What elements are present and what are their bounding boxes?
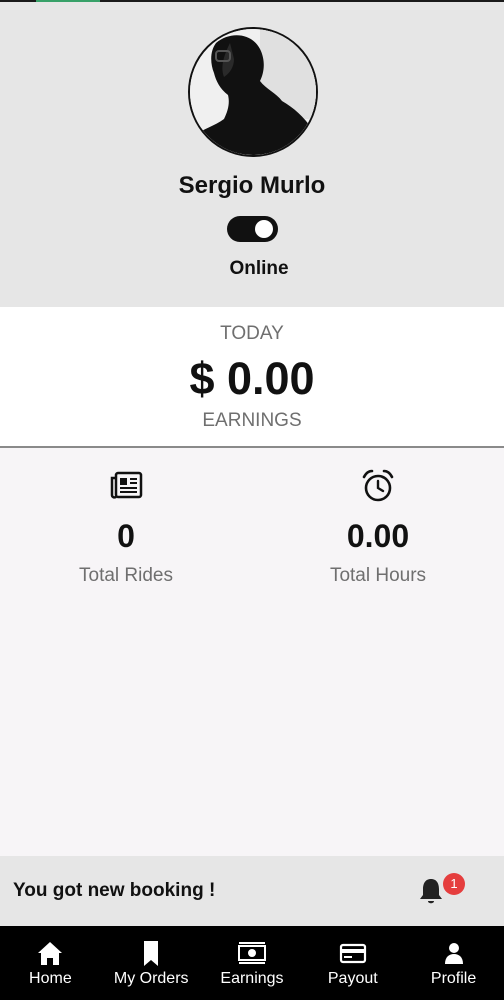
total-rides-label: Total Rides [79, 565, 173, 586]
tab-earnings[interactable]: Earnings [202, 926, 303, 1000]
tab-payout[interactable]: Payout [302, 926, 403, 1000]
divider [0, 446, 504, 448]
online-status: Online [229, 258, 289, 279]
earnings-amount: $ 0.00 [189, 353, 315, 404]
notification-badge: 1 [443, 873, 465, 895]
avatar[interactable] [188, 27, 318, 157]
tab-home[interactable]: Home [0, 926, 101, 1000]
stat-total-rides: 0 Total Rides [0, 468, 252, 587]
notification-message: You got new booking ! [13, 880, 216, 901]
driver-name: Sergio Murlo [178, 172, 326, 199]
online-toggle[interactable] [227, 216, 278, 242]
newspaper-icon [108, 468, 144, 504]
earnings-label: EARNINGS [202, 410, 302, 431]
profile-header: Sergio Murlo Online [0, 2, 504, 307]
tab-label: Earnings [220, 970, 284, 987]
bookmark-icon [144, 941, 159, 966]
avatar-silhouette [190, 29, 316, 155]
tab-profile[interactable]: Profile [403, 926, 504, 1000]
bottom-tab-bar: Home My Orders Earnings Payout Profile [0, 926, 504, 1000]
tab-label: Profile [430, 970, 477, 987]
credit-card-icon [339, 943, 366, 964]
earnings-card: TODAY $ 0.00 EARNINGS [0, 307, 504, 446]
toggle-knob [255, 220, 273, 238]
alarm-clock-icon [360, 468, 396, 504]
total-hours-value: 0.00 [346, 518, 410, 554]
tab-label: Payout [327, 970, 378, 987]
tab-label: Home [29, 970, 72, 987]
cash-icon [237, 942, 266, 964]
earnings-period: TODAY [220, 323, 284, 344]
tab-label: My Orders [113, 970, 189, 987]
stat-total-hours: 0.00 Total Hours [252, 468, 504, 587]
person-icon [444, 943, 463, 964]
home-icon [38, 942, 63, 965]
bell-icon[interactable] [417, 876, 445, 906]
tab-my-orders[interactable]: My Orders [101, 926, 202, 1000]
total-hours-label: Total Hours [329, 565, 427, 586]
total-rides-value: 0 [117, 518, 135, 554]
